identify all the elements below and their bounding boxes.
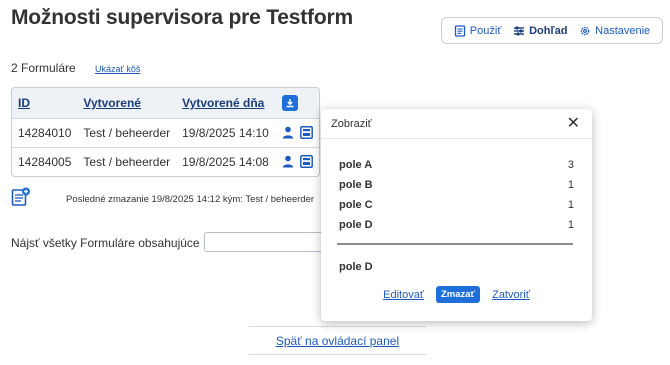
divider [337,243,573,245]
page-title: Možnosti supervisora pre Testform [11,6,353,29]
close-icon[interactable]: ✕ [567,115,580,132]
field-name: pole D [339,219,373,231]
add-form-icon[interactable] [11,187,31,207]
settings-label: Nastavenie [595,24,651,37]
row-created-by: Test / beheerder [77,146,177,176]
field-name: pole C [339,199,373,211]
table-header-row: ID Vytvorené Vytvorené dňa [12,88,319,118]
field-row[interactable]: pole B 1 [339,179,574,191]
use-label: Použiť [469,24,502,37]
row-id: 14284005 [12,146,78,176]
download-button[interactable] [282,94,298,111]
row-created-on: 19/8/2025 14:08 [176,146,276,176]
field-name: pole A [339,159,373,171]
row-created-on: 19/8/2025 14:10 [176,117,276,147]
edit-link[interactable]: Editovať [383,289,424,301]
show-trash-link[interactable]: Ukázať kôš [95,64,140,74]
download-header [276,88,319,118]
field-row[interactable]: pole C 1 [339,199,574,211]
mode-toolbar: Použiť Dohľad Nastavenie [441,17,663,44]
search-label: Nájsť všetky Formuláre obsahujúce [11,236,200,250]
form-view-icon[interactable] [300,126,313,139]
forms-table: ID Vytvorené Vytvorené dňa 14284010 Test… [11,87,320,177]
popup-header: Zobraziť ✕ [321,109,592,139]
last-delete-info: Posledné zmazanie 19/8/2025 14:12 kým: T… [66,194,315,205]
table-row: 14284005 Test / beheerder 19/8/2025 14:0… [12,146,319,176]
field-count: 1 [567,199,574,211]
form-icon [454,24,465,37]
form-count: 2 Formuláre [11,61,76,75]
row-actions [276,146,319,176]
field-name: pole B [339,179,373,191]
field-row[interactable]: pole D 1 [339,219,574,231]
settings-button[interactable]: Nastavenie [579,25,650,37]
column-header-created-on[interactable]: Vytvorené dňa [176,88,276,118]
table-row: 14284010 Test / beheerder 19/8/2025 14:1… [12,117,319,147]
download-icon [286,98,294,107]
search-input[interactable] [204,232,328,252]
field-count: 1 [567,219,574,231]
row-created-by: Test / beheerder [77,117,177,147]
popup-title: Zobraziť [331,117,372,130]
use-button[interactable]: Použiť [454,24,502,37]
display-popup: Zobraziť ✕ pole A 3 pole B 1 pole C 1 po… [321,109,592,321]
form-view-icon[interactable] [300,155,313,168]
sliders-icon [514,25,525,36]
close-link[interactable]: Zatvoriť [492,289,530,301]
field-count: 3 [567,159,574,171]
back-to-dashboard-link[interactable]: Späť na ovládací panel [276,334,399,348]
selected-field: pole D [339,261,373,273]
view-button[interactable]: Dohľad [513,24,568,37]
popup-actions: Editovať Zmazať Zatvoriť [321,286,592,303]
back-panel: Späť na ovládací panel [249,326,426,355]
row-id: 14284010 [12,117,78,147]
column-header-id[interactable]: ID [12,88,77,118]
column-header-created-by[interactable]: Vytvorené [77,88,176,118]
gear-icon [580,26,590,35]
user-icon[interactable] [282,126,294,139]
row-actions [276,117,319,147]
delete-button[interactable]: Zmazať [435,286,481,303]
view-label: Dohľad [529,24,568,37]
field-row[interactable]: pole A 3 [339,159,574,171]
field-count: 1 [567,179,574,191]
user-icon[interactable] [282,155,294,168]
